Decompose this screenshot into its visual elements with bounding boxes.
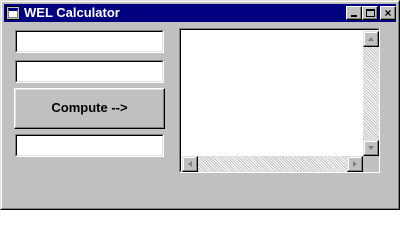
- arrow-left-icon: [188, 161, 192, 167]
- scroll-left-button[interactable]: [182, 156, 198, 172]
- scroll-right-button[interactable]: [347, 156, 363, 172]
- minimize-button[interactable]: [346, 6, 362, 20]
- close-button[interactable]: ×: [380, 6, 396, 20]
- compute-button[interactable]: Compute -->: [14, 88, 165, 129]
- output-text-area[interactable]: [182, 31, 363, 156]
- close-icon: ×: [384, 6, 392, 20]
- app-window: WEL Calculator × Compute -->: [0, 0, 400, 210]
- first-operand-input[interactable]: [18, 33, 161, 50]
- maximize-icon: [366, 9, 375, 17]
- scrollbar-corner: [363, 156, 379, 172]
- maximize-button[interactable]: [362, 6, 378, 20]
- minimize-icon: [351, 15, 357, 17]
- arrow-right-icon: [353, 161, 357, 167]
- title-bar[interactable]: WEL Calculator ×: [4, 4, 396, 22]
- result-field[interactable]: [15, 134, 164, 157]
- scroll-down-button[interactable]: [363, 140, 379, 156]
- arrow-up-icon: [368, 37, 374, 41]
- system-menu-icon[interactable]: [6, 6, 20, 20]
- arrow-down-icon: [368, 146, 374, 150]
- window-title: WEL Calculator: [24, 5, 120, 20]
- scroll-up-button[interactable]: [363, 31, 379, 47]
- second-operand-field[interactable]: [15, 60, 164, 83]
- vertical-scrollbar[interactable]: [363, 31, 379, 156]
- horizontal-scrollbar[interactable]: [182, 156, 363, 172]
- output-memo[interactable]: [179, 28, 380, 173]
- second-operand-input[interactable]: [18, 63, 161, 80]
- result-input[interactable]: [18, 137, 161, 154]
- first-operand-field[interactable]: [15, 30, 164, 53]
